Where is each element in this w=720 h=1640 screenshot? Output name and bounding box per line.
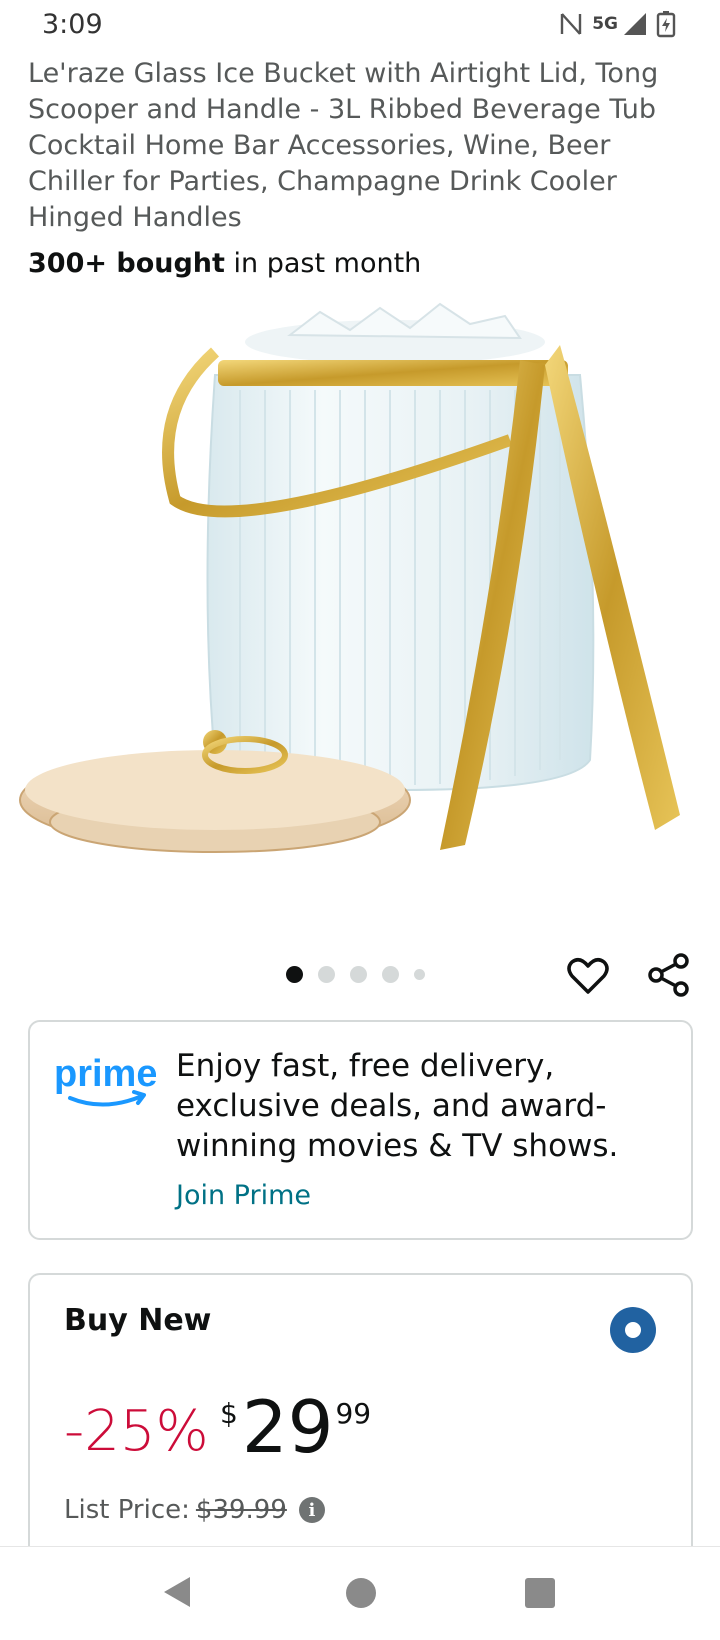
pager-dot-5[interactable]: [414, 969, 425, 980]
price: $ 29 99: [220, 1387, 371, 1467]
info-icon[interactable]: i: [298, 1497, 325, 1523]
bought-bold: 300+ bought: [28, 248, 225, 279]
share-icon[interactable]: [646, 952, 692, 998]
product-title[interactable]: Le'raze Glass Ice Bucket with Airtight L…: [28, 56, 688, 236]
price-whole: 29: [241, 1385, 334, 1469]
network-label: 5G: [592, 14, 618, 34]
product-image[interactable]: [0, 290, 720, 900]
buy-new-radio[interactable]: [610, 1307, 656, 1353]
bought-count: 300+ bought in past month: [28, 248, 421, 279]
buy-new-title: Buy New: [64, 1303, 212, 1338]
buy-new-card[interactable]: Buy New -25% $ 29 99 List Price: $39.99 …: [28, 1273, 693, 1573]
prime-promo-card: prime Enjoy fast, free delivery, exclusi…: [28, 1020, 693, 1240]
status-bar: 3:09 5G: [0, 0, 720, 52]
status-time: 3:09: [42, 9, 103, 40]
pager-dot-3[interactable]: [350, 966, 367, 983]
discount-percent: -25%: [64, 1399, 209, 1464]
heart-icon[interactable]: [566, 954, 610, 998]
prime-message: Enjoy fast, free delivery, exclusive dea…: [176, 1048, 619, 1164]
join-prime-link[interactable]: Join Prime: [176, 1180, 311, 1211]
prime-logo: prime: [54, 1053, 156, 1107]
pager-dot-2[interactable]: [318, 966, 335, 983]
nfc-icon: [561, 13, 582, 35]
back-icon[interactable]: [162, 1575, 192, 1609]
pager-dot-1[interactable]: [286, 966, 303, 983]
signal-icon: [624, 13, 646, 35]
list-price-row: List Price: $39.99 i: [64, 1495, 325, 1525]
status-icons: 5G: [558, 10, 676, 38]
bought-rest: in past month: [224, 248, 422, 279]
home-icon[interactable]: [346, 1578, 376, 1608]
system-nav-bar: [0, 1546, 720, 1640]
pager-dot-4[interactable]: [382, 966, 399, 983]
battery-charging-icon: [656, 11, 676, 38]
image-pager[interactable]: [286, 966, 425, 983]
list-price-value: $39.99: [195, 1495, 287, 1525]
prime-logo-text: prime: [54, 1053, 156, 1095]
recent-apps-icon[interactable]: [525, 1578, 555, 1608]
price-fraction: 99: [335, 1397, 372, 1430]
list-price-label: List Price:: [64, 1495, 190, 1525]
price-currency: $: [220, 1397, 238, 1430]
